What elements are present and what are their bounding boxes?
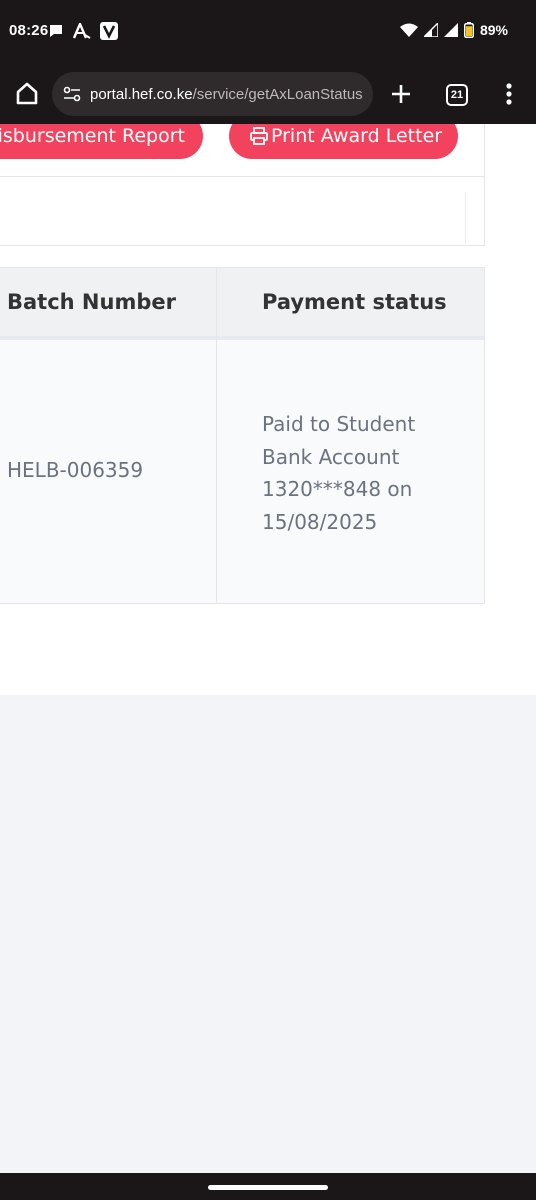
payment-status-line: 1320***848 on [262,477,413,501]
status-bar: 08:26 89% [0,0,536,62]
disbursement-report-button[interactable]: Disbursement Report [0,124,203,159]
printer-icon [250,127,268,145]
loan-status-table: Batch Number Payment status HELB-006359 … [0,267,485,604]
url-host: portal.hef.co.ke [90,85,193,103]
tab-count: 21 [450,89,464,101]
page-content: Disbursement Report Print Award Letter B… [0,124,536,1173]
home-icon[interactable] [14,80,40,106]
payment-status-line: Bank Account [262,444,400,469]
more-menu-icon[interactable] [504,82,514,106]
gesture-handle[interactable] [208,1185,328,1190]
header-payment-status: Payment status [262,290,447,314]
app-v-icon [100,22,118,40]
signal-icon [423,23,438,37]
site-settings-icon[interactable] [62,84,82,104]
system-indicators: 89% [399,22,508,38]
card-inner-border [465,192,466,244]
card-divider [0,176,485,177]
signal-icon-2 [443,23,458,37]
url-path: /service/getAxLoanStatus [192,85,363,103]
tab-switcher-button[interactable]: 21 [446,84,468,106]
url-text[interactable]: portal.hef.co.ke/service/getAxLoanStatus [90,86,363,103]
payment-status-line: 15/08/2025 [262,509,378,534]
print-award-letter-label: Print Award Letter [271,125,443,147]
disbursement-report-label: Disbursement Report [0,125,185,147]
notification-icons [48,22,118,40]
header-batch-number: Batch Number [7,290,176,314]
payment-status-line: Paid to Student [262,412,416,436]
system-nav-bar [0,1173,536,1200]
table-header: Batch Number Payment status [0,268,484,340]
browser-toolbar: portal.hef.co.ke/service/getAxLoanStatus… [0,62,536,124]
wifi-icon [399,23,418,37]
cell-payment-status: Paid to Student Bank Account 1320***848 … [262,408,472,538]
address-bar[interactable]: portal.hef.co.ke/service/getAxLoanStatus [52,72,373,116]
column-divider [216,268,217,604]
cell-batch-number: HELB-006359 [7,458,144,482]
print-award-letter-button[interactable]: Print Award Letter [229,124,458,159]
battery-icon [463,22,474,38]
new-tab-icon[interactable] [389,82,413,106]
status-time: 08:26 [9,22,49,39]
chat-bubble-icon [50,25,62,37]
battery-percent: 89% [479,22,508,38]
translate-icon [73,23,91,39]
